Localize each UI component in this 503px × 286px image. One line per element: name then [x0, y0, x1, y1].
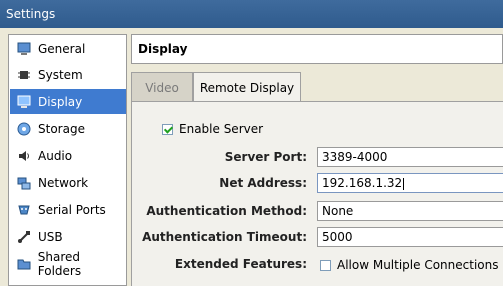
sidebar-item-label: Network [38, 175, 89, 190]
sidebar-item-label: USB [38, 229, 63, 244]
enable-server-checkbox[interactable] [162, 123, 173, 135]
sidebar-item-usb[interactable]: USB [10, 224, 126, 249]
extended-features-label: Extended Features: [174, 257, 307, 271]
tab-strip: Video Remote Display [131, 72, 503, 102]
net-address-label: Net Address: [219, 176, 307, 190]
sidebar-item-shared-folders[interactable]: Shared Folders [10, 249, 126, 278]
monitor-icon [16, 41, 32, 57]
auth-timeout-input[interactable]: 5000 [317, 227, 503, 247]
page-title: Display [131, 34, 503, 64]
speaker-icon [16, 148, 32, 164]
chip-icon [16, 67, 32, 83]
serial-port-icon [16, 202, 32, 218]
tab-remote-display[interactable]: Remote Display [193, 72, 301, 102]
sidebar-item-label: Shared Folders [37, 249, 82, 278]
sidebar-item-label: General [38, 41, 86, 56]
server-port-input[interactable]: 3389-4000 [317, 147, 503, 167]
sidebar-item-network[interactable]: Network [10, 170, 126, 195]
disk-icon [16, 121, 32, 137]
net-address-value: 192.168.1.32 [322, 176, 403, 190]
folder-icon [16, 256, 32, 272]
display-icon [16, 94, 32, 110]
sidebar-item-label: Storage [38, 121, 85, 136]
allow-multiple-row: Allow Multiple Connections [320, 258, 498, 272]
settings-window: Settings General System Display Storage [0, 0, 503, 286]
auth-method-label: Authentication Method: [146, 204, 307, 218]
sidebar-item-audio[interactable]: Audio [10, 143, 126, 168]
sidebar-item-system[interactable]: System [10, 62, 126, 87]
settings-sidebar: General System Display Storage Audio Net… [8, 34, 127, 286]
enable-server-row: Enable Server [162, 122, 263, 136]
sidebar-item-general[interactable]: General [10, 36, 126, 61]
tab-video[interactable]: Video [131, 72, 193, 102]
network-icon [16, 175, 32, 191]
sidebar-item-display[interactable]: Display [10, 89, 126, 114]
sidebar-item-label: Serial Ports [38, 202, 106, 217]
sidebar-item-label: Display [38, 94, 83, 109]
allow-multiple-checkbox[interactable] [320, 259, 331, 271]
auth-method-select[interactable]: None [317, 201, 503, 221]
server-port-label: Server Port: [224, 150, 307, 164]
sidebar-item-serial-ports[interactable]: Serial Ports [10, 197, 126, 222]
text-caret [403, 177, 405, 190]
sidebar-item-storage[interactable]: Storage [10, 116, 126, 141]
auth-timeout-label: Authentication Timeout: [142, 230, 307, 244]
net-address-input[interactable]: 192.168.1.32 [317, 173, 503, 193]
sidebar-item-label: System [38, 67, 83, 82]
sidebar-item-label: Audio [38, 148, 73, 163]
enable-server-label: Enable Server [179, 122, 264, 136]
allow-multiple-label: Allow Multiple Connections [337, 258, 499, 272]
remote-display-panel: Enable Server Server Port: 3389-4000 Net… [131, 101, 503, 286]
usb-icon [16, 229, 32, 245]
window-title: Settings [0, 0, 503, 28]
